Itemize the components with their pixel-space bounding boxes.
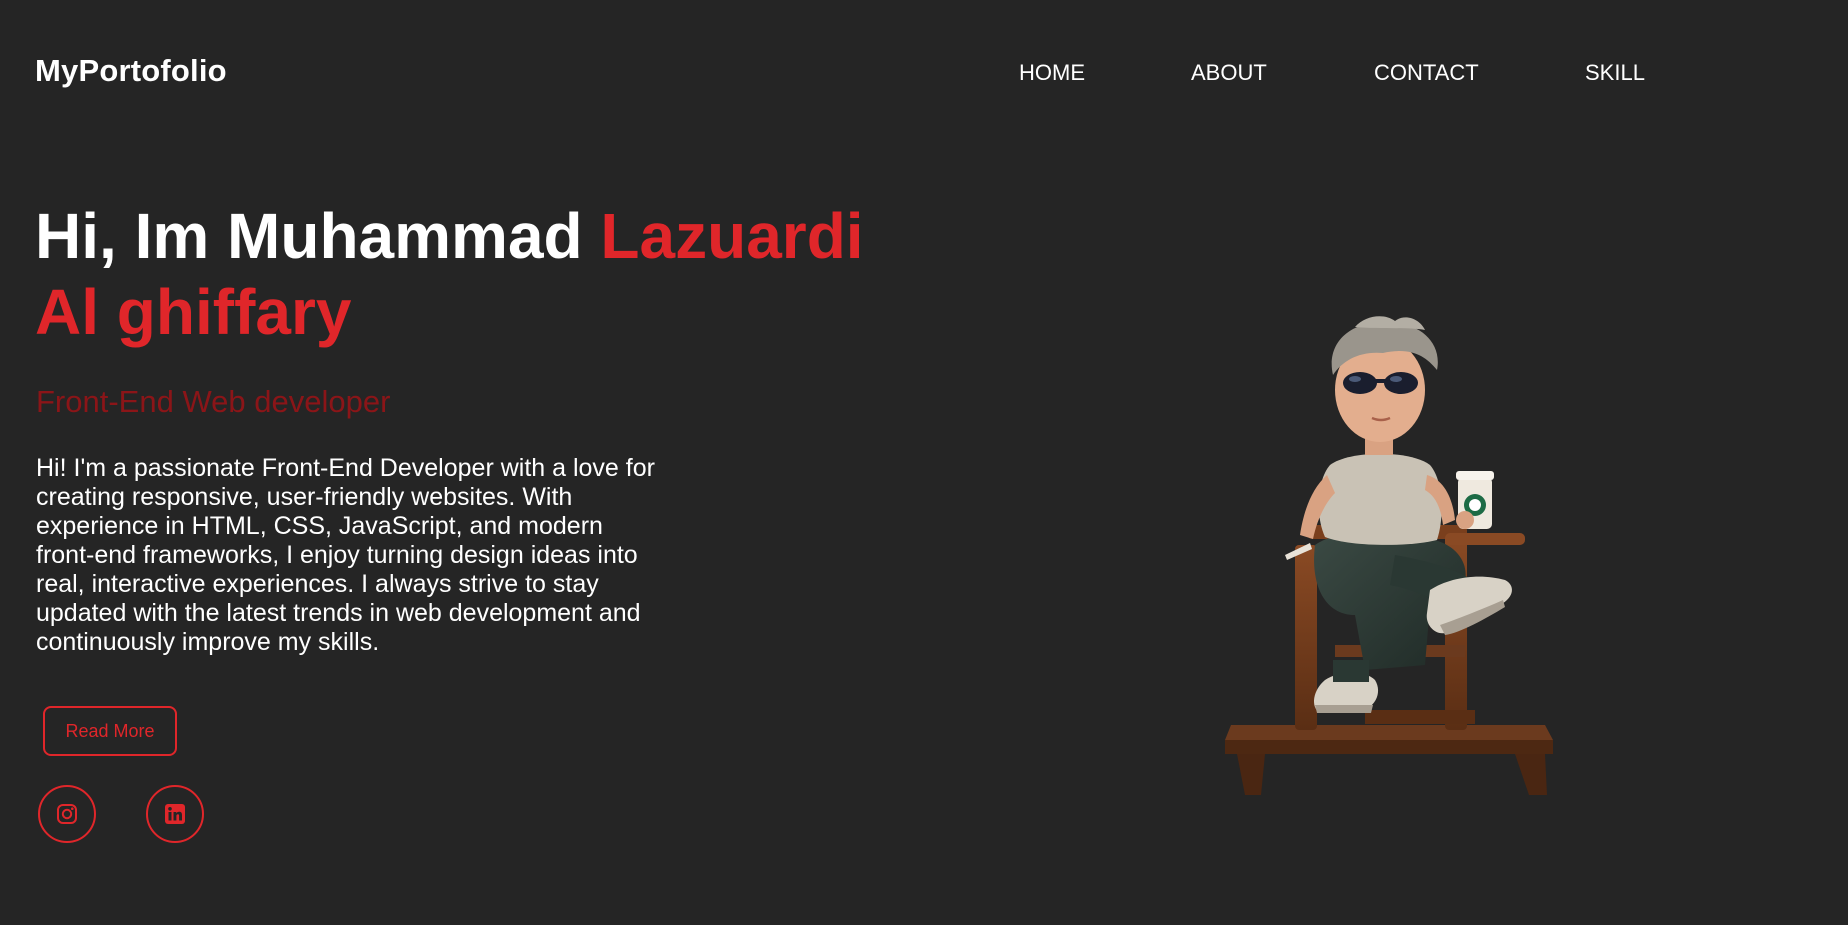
site-logo[interactable]: MyPortofolio	[35, 53, 227, 89]
hero-headline: Hi, Im Muhammad Lazuardi Al ghiffary	[35, 198, 915, 350]
hero-bio: Hi! I'm a passionate Front-End Developer…	[36, 454, 655, 656]
portfolio-page: MyPortofolio HOME ABOUT CONTACT SKILL Hi…	[0, 0, 1848, 925]
nav-about[interactable]: ABOUT	[1191, 60, 1267, 86]
nav-skill[interactable]: SKILL	[1585, 60, 1645, 86]
nav-home[interactable]: HOME	[1019, 60, 1085, 86]
read-more-button[interactable]: Read More	[43, 706, 177, 756]
hero-role: Front-End Web developer	[36, 384, 391, 419]
instagram-icon	[57, 804, 77, 824]
instagram-link[interactable]	[38, 785, 96, 843]
headline-greeting: Hi, Im Muhammad	[35, 200, 601, 272]
avatar-illustration	[1225, 316, 1553, 795]
nav-contact[interactable]: CONTACT	[1374, 60, 1479, 86]
linkedin-icon	[165, 804, 185, 824]
linkedin-link[interactable]	[146, 785, 204, 843]
